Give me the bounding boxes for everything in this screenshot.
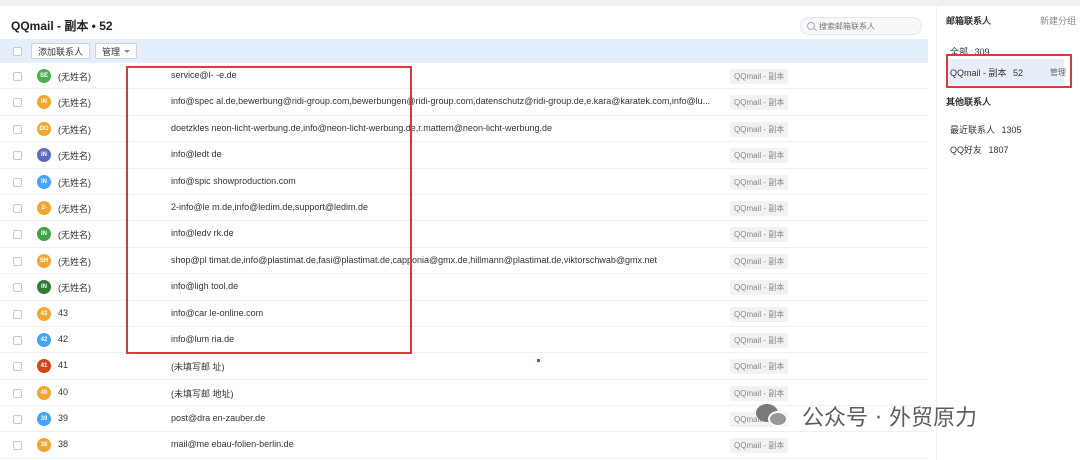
avatar: 43: [37, 306, 51, 321]
row-checkbox[interactable]: [13, 98, 22, 108]
manage-label: 管理: [102, 46, 121, 57]
contact-name: 41: [58, 360, 69, 371]
avatar: IN: [37, 280, 51, 295]
contact-name: (无姓名): [58, 203, 91, 214]
annotation-box-group: [946, 54, 1072, 88]
group-tag: QQmail - 副本: [730, 332, 789, 348]
group-tag: QQmail - 副本: [730, 69, 789, 84]
annotation-box-emails: [126, 66, 412, 354]
contact-name: 43: [58, 307, 69, 318]
row-checkbox[interactable]: [13, 309, 22, 319]
list-header: QQmail - 副本 • 52: [0, 6, 928, 38]
group-tag: QQmail - 副本: [730, 95, 789, 111]
sidebar-item-recent[interactable]: 最近联系人 1305: [950, 123, 1022, 136]
contact-name: (无姓名): [58, 230, 91, 241]
group-tag: QQmail - 副本: [730, 200, 789, 216]
avatar: 39: [37, 412, 51, 427]
watermark-text: 公众号 · 外贸原力: [802, 406, 977, 431]
sidebar-item-qq-friends[interactable]: QQ好友 1807: [950, 143, 1009, 156]
avatar: IN: [37, 95, 51, 110]
avatar: SE: [37, 69, 51, 83]
avatar: IN: [37, 148, 51, 163]
row-checkbox[interactable]: [13, 283, 22, 293]
search-box[interactable]: [800, 17, 922, 35]
wechat-icon: [756, 402, 792, 430]
other-contacts-title: 其他联系人: [946, 97, 992, 107]
group-tag: QQmail - 副本: [730, 253, 789, 269]
page-title: QQmail - 副本 • 52: [11, 19, 113, 33]
row-checkbox[interactable]: [13, 230, 22, 240]
avatar: 2-: [37, 200, 51, 215]
group-tag: QQmail - 副本: [730, 121, 789, 137]
contact-name: (无姓名): [58, 151, 91, 162]
avatar: IN: [37, 227, 51, 242]
group-tag: QQmail - 副本: [730, 174, 789, 190]
contact-email: (未填写邮 地址): [171, 388, 234, 399]
search-icon: [807, 22, 815, 30]
row-checkbox[interactable]: [13, 256, 22, 266]
row-checkbox[interactable]: [13, 415, 22, 425]
select-all-checkbox[interactable]: [13, 46, 22, 56]
row-checkbox[interactable]: [13, 362, 22, 372]
group-tag: QQmail - 副本: [730, 306, 789, 322]
group-tag: QQmail - 副本: [730, 148, 789, 164]
contact-email: (未填写邮 址): [171, 362, 225, 373]
table-row[interactable]: 38 38 mail@me ebau-folien-berlin.de QQmail …: [0, 432, 928, 459]
add-contact-label: 添加联系人: [38, 46, 84, 57]
group-tag: QQmail - 副本: [730, 438, 789, 454]
row-checkbox[interactable]: [13, 335, 22, 345]
group-tag: QQmail - 副本: [730, 227, 789, 243]
search-input[interactable]: [819, 21, 919, 31]
sidebar-item-qq-friends-count: 1807: [988, 145, 1009, 155]
chevron-down-icon: [124, 49, 131, 53]
contact-email: post@dra en-zauber.de: [171, 413, 266, 424]
table-row[interactable]: 41 41 (未填写邮 址) QQmail - 副本: [0, 353, 928, 380]
new-group-link[interactable]: 新建分组: [1040, 14, 1076, 27]
group-tag: QQmail - 副本: [730, 385, 789, 401]
avatar: 42: [37, 332, 51, 347]
watermark: 公众号 · 外贸原力: [756, 400, 977, 432]
contact-name: (无姓名): [58, 72, 91, 82]
contact-email: mail@me ebau-folien-berlin.de: [171, 439, 294, 450]
avatar: 40: [37, 385, 51, 400]
contact-name: (无姓名): [58, 177, 91, 188]
group-tag: QQmail - 副本: [730, 280, 789, 296]
avatar: 38: [37, 438, 51, 453]
contact-name: (无姓名): [58, 256, 91, 267]
row-checkbox[interactable]: [13, 72, 22, 81]
contact-name: 38: [58, 439, 69, 450]
avatar: IN: [37, 174, 51, 189]
contact-name: (无姓名): [58, 98, 91, 109]
add-contact-button[interactable]: 添加联系人: [31, 43, 91, 59]
avatar: 41: [37, 359, 51, 374]
row-checkbox[interactable]: [13, 388, 22, 398]
row-checkbox[interactable]: [13, 441, 22, 451]
manage-dropdown-button[interactable]: 管理: [95, 43, 138, 59]
row-checkbox[interactable]: [13, 151, 22, 161]
sidebar-item-recent-label: 最近联系人: [950, 125, 996, 135]
mail-contacts-title: 邮箱联系人: [946, 16, 992, 26]
row-checkbox[interactable]: [13, 203, 22, 213]
row-checkbox[interactable]: [13, 124, 22, 134]
contact-name: 42: [58, 333, 69, 344]
contact-name: (无姓名): [58, 283, 91, 294]
contact-name: 39: [58, 413, 69, 424]
sidebar-item-recent-count: 1305: [1001, 125, 1022, 135]
sidebar-item-qq-friends-label: QQ好友: [950, 145, 983, 155]
group-tag: QQmail - 副本: [730, 359, 789, 375]
toolbar: 添加联系人 管理: [0, 39, 928, 63]
avatar: SH: [37, 253, 51, 268]
annotation-dot: [537, 359, 540, 362]
row-checkbox[interactable]: [13, 177, 22, 187]
contact-name: (无姓名): [58, 124, 91, 135]
avatar: DO: [37, 121, 51, 136]
contact-name: 40: [58, 386, 69, 397]
